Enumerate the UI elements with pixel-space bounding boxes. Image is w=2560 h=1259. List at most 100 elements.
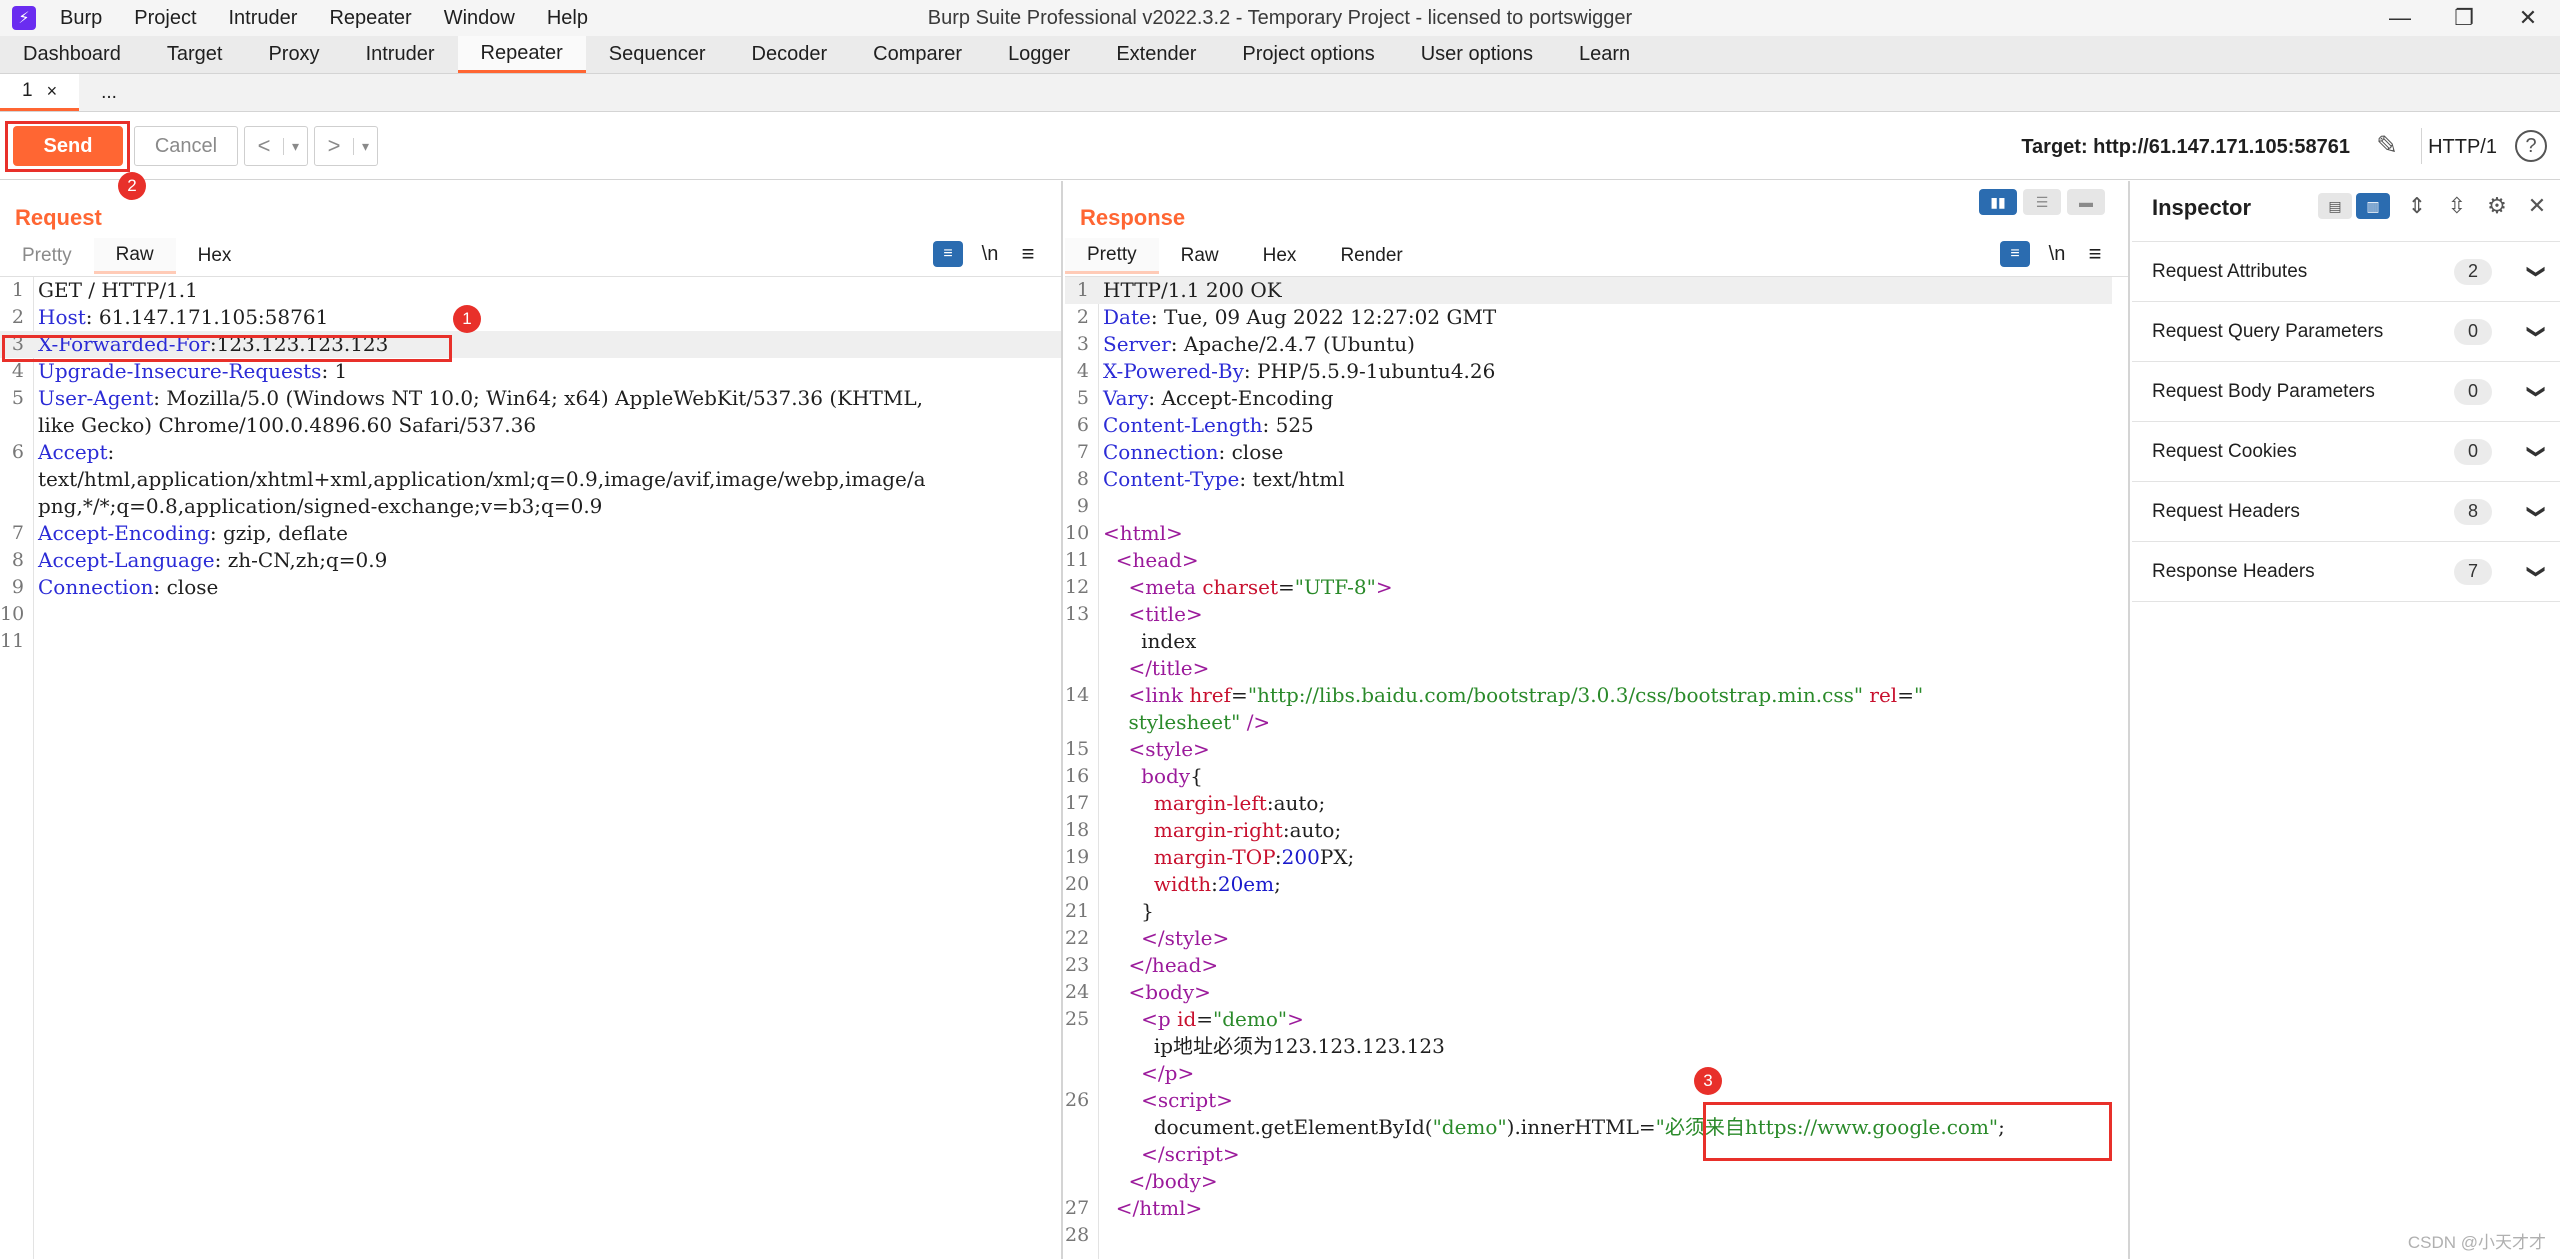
chevron-down-icon[interactable]: ▾ [283, 137, 307, 155]
close-icon[interactable]: ✕ [2524, 193, 2550, 219]
tab-decoder[interactable]: Decoder [729, 36, 851, 73]
tab-target[interactable]: Target [144, 36, 246, 73]
inspector-request-cookies[interactable]: Request Cookies 0 ❯ [2132, 421, 2560, 481]
help-icon[interactable]: ? [2515, 130, 2547, 162]
response-line: 14 <link href="http://libs.baidu.com/boo… [1065, 683, 1924, 707]
close-tab-icon[interactable]: × [47, 81, 58, 102]
close-window-button[interactable]: ✕ [2496, 0, 2560, 36]
tab-repeater[interactable]: Repeater [457, 36, 586, 73]
response-view-tabs: Pretty Raw Hex Render [1065, 238, 1425, 274]
inspector-sidebar-icon[interactable]: ▥ [2356, 193, 2390, 219]
annotation-box-script [1703, 1102, 2112, 1161]
response-line: 3 Server: Apache/2.4.7 (Ubuntu) [1076, 332, 1415, 356]
request-line: 10 [0, 603, 25, 625]
response-line: 28 [1065, 1224, 1090, 1246]
tab-user-options[interactable]: User options [1398, 36, 1556, 73]
chevron-down-icon[interactable]: ❯ [2526, 504, 2547, 519]
response-line: 1 HTTP/1.1 200 OK [1065, 277, 2112, 304]
count-badge: 2 [2454, 258, 2492, 285]
menu-help[interactable]: Help [531, 7, 604, 30]
tab-logger[interactable]: Logger [985, 36, 1093, 73]
inspector-request-headers[interactable]: Request Headers 8 ❯ [2132, 481, 2560, 541]
divider [2421, 128, 2422, 164]
minimize-button[interactable]: — [2368, 0, 2432, 36]
response-line: 19 margin-TOP:200PX; [1065, 845, 1355, 869]
response-line: 13 <title> [1065, 602, 1203, 626]
chevron-down-icon[interactable]: ▾ [353, 137, 377, 155]
chevron-down-icon[interactable]: ❯ [2526, 444, 2547, 459]
target-label: Target: http://61.147.171.105:58761 [2021, 136, 2350, 158]
request-editor[interactable]: 1 GET / HTTP/1.1 2 Host: 61.147.171.105:58… [0, 277, 1061, 1259]
request-line: 9 Connection: close [11, 575, 219, 599]
newline-icon[interactable]: \n [977, 243, 1003, 266]
history-back-button[interactable]: < ▾ [244, 126, 308, 166]
inspector-request-attributes[interactable]: Request Attributes 2 ❯ [2132, 241, 2560, 301]
http-version-selector[interactable]: HTTP/1 [2428, 136, 2497, 159]
count-badge: 0 [2454, 378, 2492, 405]
tab-raw[interactable]: Raw [1159, 238, 1241, 274]
inspector-layout-icon[interactable]: ▤ [2318, 193, 2352, 219]
wrap-icon[interactable]: ≡ [933, 241, 963, 267]
annotation-badge-3: 3 [1694, 1067, 1722, 1095]
response-line: 5 Vary: Accept-Encoding [1076, 386, 1334, 410]
response-line: 24 <body> [1065, 980, 1211, 1004]
annotation-box-header [2, 335, 452, 362]
response-line: 7 Connection: close [1076, 440, 1284, 464]
repeater-tab-1[interactable]: 1 × [0, 74, 80, 111]
count-badge: 7 [2454, 558, 2492, 585]
tab-comparer[interactable]: Comparer [850, 36, 985, 73]
chevron-down-icon[interactable]: ❯ [2526, 324, 2547, 339]
section-label: Request Cookies [2152, 440, 2297, 462]
response-line: </body> [1128, 1169, 1218, 1193]
repeater-tab-new[interactable]: ... [79, 74, 139, 111]
response-line: </p> [1141, 1061, 1195, 1085]
newline-icon[interactable]: \n [2044, 243, 2070, 266]
response-line: ip地址必须为123.123.123.123 [1103, 1034, 1445, 1058]
hamburger-icon[interactable]: ≡ [2084, 241, 2106, 267]
tab-raw[interactable]: Raw [93, 238, 176, 274]
menu-project[interactable]: Project [118, 7, 212, 30]
response-line: 8 Content-Type: text/html [1076, 467, 1345, 491]
expand-icon[interactable]: ⇕ [2404, 193, 2430, 219]
cancel-button[interactable]: Cancel [134, 126, 238, 166]
chevron-down-icon[interactable]: ❯ [2526, 264, 2547, 279]
tab-sequencer[interactable]: Sequencer [586, 36, 729, 73]
inspector-request-query-parameters[interactable]: Request Query Parameters 0 ❯ [2132, 301, 2560, 361]
restore-button[interactable]: ❐ [2432, 0, 2496, 36]
request-line: 11 [0, 630, 25, 652]
tab-proxy[interactable]: Proxy [245, 36, 342, 73]
tab-dashboard[interactable]: Dashboard [0, 36, 144, 73]
inspector-sections: Request Attributes 2 ❯ Request Query Par… [2132, 241, 2560, 602]
count-badge: 0 [2454, 318, 2492, 345]
tab-render[interactable]: Render [1318, 238, 1424, 274]
response-line: index [1103, 629, 1197, 653]
menu-repeater[interactable]: Repeater [313, 7, 427, 30]
menu-intruder[interactable]: Intruder [213, 7, 314, 30]
menu-window[interactable]: Window [428, 7, 531, 30]
tab-pretty[interactable]: Pretty [0, 238, 94, 274]
pencil-icon[interactable]: ✎ [2370, 130, 2404, 164]
history-forward-button[interactable]: > ▾ [314, 126, 378, 166]
response-pane: Response Pretty Raw Hex Render ≡ \n ≡ 1H… [1065, 181, 2130, 1259]
collapse-icon[interactable]: ⇳ [2444, 193, 2470, 219]
section-label: Request Query Parameters [2152, 320, 2384, 342]
chevron-down-icon[interactable]: ❯ [2526, 564, 2547, 579]
hamburger-icon[interactable]: ≡ [1017, 241, 1039, 267]
tab-intruder[interactable]: Intruder [343, 36, 458, 73]
inspector-response-headers[interactable]: Response Headers 7 ❯ [2132, 541, 2560, 601]
tab-learn[interactable]: Learn [1556, 36, 1653, 73]
response-line: 9 [1076, 495, 1089, 517]
menu-burp[interactable]: Burp [44, 7, 118, 30]
tab-hex[interactable]: Hex [1241, 238, 1319, 274]
inspector-request-body-parameters[interactable]: Request Body Parameters 0 ❯ [2132, 361, 2560, 421]
settings-icon[interactable]: ⚙ [2484, 193, 2510, 219]
inspector-panel: Inspector ▤ ▥ ⇕ ⇳ ⚙ ✕ Request Attributes… [2132, 181, 2560, 1259]
tab-project-options[interactable]: Project options [1219, 36, 1397, 73]
tab-pretty[interactable]: Pretty [1065, 238, 1159, 274]
tab-extender[interactable]: Extender [1093, 36, 1219, 73]
wrap-icon[interactable]: ≡ [2000, 241, 2030, 267]
chevron-down-icon[interactable]: ❯ [2526, 384, 2547, 399]
tab-hex[interactable]: Hex [176, 238, 254, 274]
response-line: 25 <p id="demo"> [1065, 1007, 1304, 1031]
response-line: 11 <head> [1065, 548, 1199, 572]
